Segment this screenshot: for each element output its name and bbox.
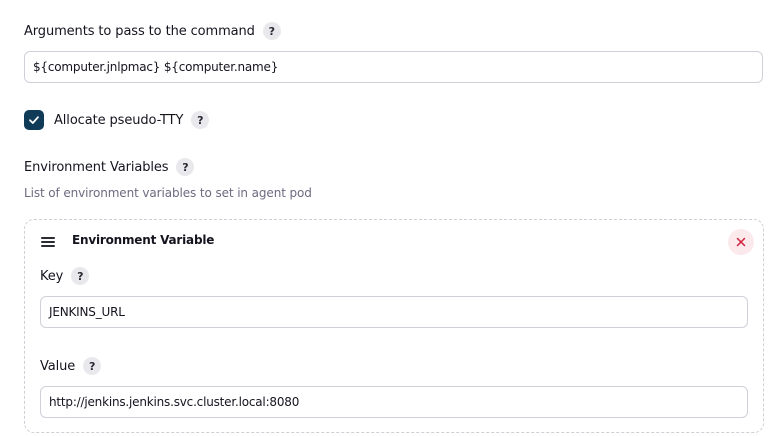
- value-label-row: Value ?: [40, 356, 102, 376]
- key-help-icon[interactable]: ?: [71, 267, 90, 285]
- key-label-row: Key ?: [40, 266, 90, 286]
- env-variable-title: Environment Variable: [72, 233, 215, 247]
- key-label: Key: [40, 268, 64, 284]
- env-description: List of environment variables to set in …: [24, 186, 312, 200]
- delete-button[interactable]: [728, 229, 754, 255]
- close-icon: [736, 237, 746, 247]
- checkmark-icon: [29, 116, 39, 124]
- env-help-icon[interactable]: ?: [176, 158, 195, 176]
- tty-checkbox[interactable]: [24, 110, 44, 130]
- env-label-row: Environment Variables ?: [24, 157, 195, 177]
- drag-handle-icon[interactable]: [41, 237, 55, 247]
- tty-label[interactable]: Allocate pseudo-TTY: [54, 113, 183, 128]
- arguments-help-icon[interactable]: ?: [262, 22, 281, 40]
- arguments-label: Arguments to pass to the command: [24, 23, 255, 39]
- key-input[interactable]: JENKINS_URL: [40, 296, 748, 328]
- tty-help-icon[interactable]: ?: [191, 111, 210, 129]
- value-label: Value: [40, 358, 76, 374]
- env-label: Environment Variables: [24, 159, 169, 175]
- arguments-label-row: Arguments to pass to the command ?: [24, 21, 281, 41]
- arguments-input[interactable]: ${computer.jnlpmac} ${computer.name}: [24, 51, 763, 83]
- value-input[interactable]: http://jenkins.jenkins.svc.cluster.local…: [40, 386, 748, 418]
- tty-label-row: Allocate pseudo-TTY ?: [54, 110, 210, 130]
- value-help-icon[interactable]: ?: [83, 357, 102, 375]
